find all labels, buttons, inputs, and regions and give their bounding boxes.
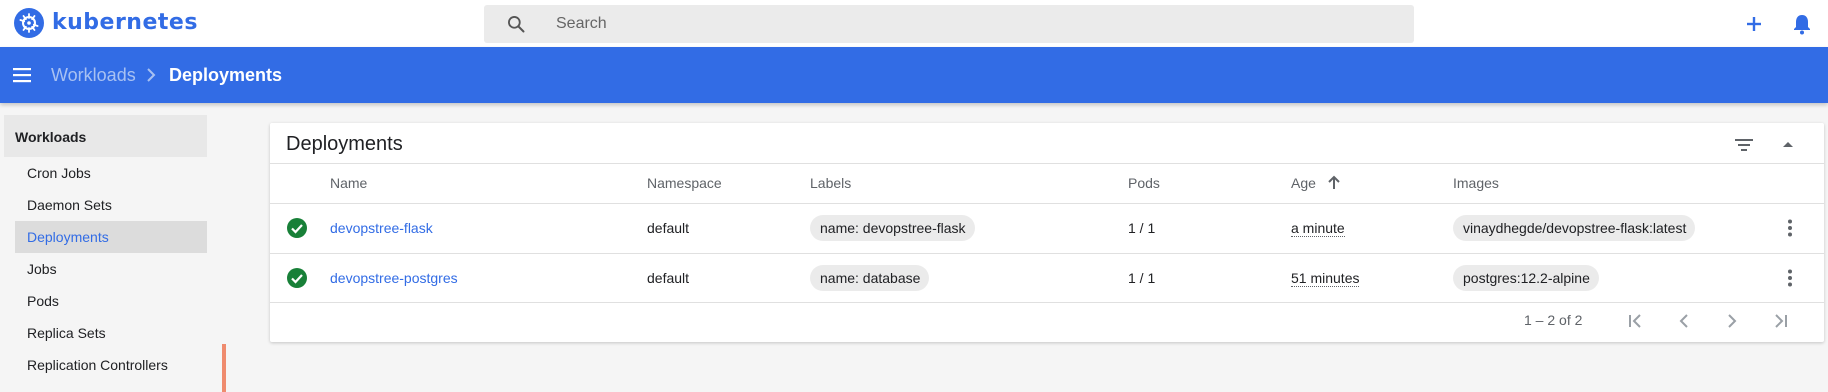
label-chip: name: database — [810, 265, 930, 291]
card-title: Deployments — [286, 133, 403, 155]
column-header-age[interactable]: Age — [1291, 175, 1316, 191]
column-header-name[interactable]: Name — [330, 175, 367, 191]
pagination-range: 1 – 2 of 2 — [1524, 312, 1583, 328]
collapse-icon[interactable] — [1776, 133, 1800, 157]
divider — [270, 163, 1824, 164]
namespace-cell: default — [647, 220, 690, 236]
sidebar-item-cron-jobs[interactable]: Cron Jobs — [15, 157, 207, 189]
top-bar: kubernetes — [0, 0, 1828, 47]
deployments-card: Deployments Name Namespace Labels Pods A… — [270, 123, 1824, 342]
search-icon[interactable] — [506, 14, 526, 39]
sidebar-item-replica-sets[interactable]: Replica Sets — [15, 317, 207, 349]
table-row[interactable]: devopstree-flask default name: devopstre… — [270, 204, 1824, 253]
deployment-name-link[interactable]: devopstree-postgres — [330, 270, 458, 286]
menu-icon[interactable] — [10, 63, 34, 87]
first-page-icon[interactable] — [1622, 307, 1650, 335]
search-bar[interactable] — [484, 5, 1414, 43]
divider — [270, 302, 1824, 303]
sidebar-item-pods[interactable]: Pods — [15, 285, 207, 317]
sidebar: Workloads Cron Jobs Daemon Sets Deployme… — [0, 103, 222, 392]
breadcrumb-workloads[interactable]: Workloads — [51, 65, 136, 86]
pods-cell: 1 / 1 — [1128, 270, 1156, 286]
pods-cell: 1 / 1 — [1128, 220, 1156, 236]
bell-icon[interactable] — [1788, 10, 1816, 38]
image-chip: vinaydhegde/devopstree-flask:latest — [1453, 215, 1696, 241]
previous-page-icon[interactable] — [1670, 307, 1698, 335]
sidebar-item-daemon-sets[interactable]: Daemon Sets — [15, 189, 207, 221]
column-header-images[interactable]: Images — [1453, 175, 1499, 191]
last-page-icon[interactable] — [1766, 307, 1794, 335]
sidebar-scrollbar[interactable] — [222, 344, 226, 392]
table-row[interactable]: devopstree-postgres default name: databa… — [270, 254, 1824, 303]
column-header-age-label: Age — [1291, 175, 1316, 191]
filter-icon[interactable] — [1732, 133, 1756, 157]
search-input[interactable] — [556, 5, 1396, 43]
plus-icon[interactable] — [1740, 10, 1768, 38]
app-brand[interactable]: kubernetes — [52, 10, 198, 35]
kubernetes-logo-icon[interactable] — [14, 8, 44, 38]
sidebar-item-jobs[interactable]: Jobs — [15, 253, 207, 285]
column-header-labels[interactable]: Labels — [810, 175, 851, 191]
sidebar-item-replication-controllers[interactable]: Replication Controllers — [15, 349, 207, 381]
toolbar: Workloads Deployments — [0, 47, 1828, 103]
label-chip: name: devopstree-flask — [810, 215, 975, 241]
column-header-namespace[interactable]: Namespace — [647, 175, 722, 191]
column-header-pods[interactable]: Pods — [1128, 175, 1160, 191]
age-cell: a minute — [1291, 220, 1345, 237]
image-chip: postgres:12.2-alpine — [1453, 265, 1599, 291]
more-vert-icon[interactable] — [1778, 266, 1802, 290]
namespace-cell: default — [647, 270, 690, 286]
check-circle-icon — [286, 217, 308, 239]
age-cell: 51 minutes — [1291, 270, 1360, 287]
arrow-up-icon[interactable] — [1326, 174, 1342, 197]
check-circle-icon — [286, 267, 308, 289]
deployment-name-link[interactable]: devopstree-flask — [330, 220, 433, 236]
breadcrumb-current: Deployments — [169, 65, 283, 85]
chevron-right-icon — [144, 66, 158, 89]
sidebar-item-deployments[interactable]: Deployments — [15, 221, 207, 253]
sidebar-header-workloads[interactable]: Workloads — [4, 115, 207, 157]
next-page-icon[interactable] — [1718, 307, 1746, 335]
more-vert-icon[interactable] — [1778, 216, 1802, 240]
